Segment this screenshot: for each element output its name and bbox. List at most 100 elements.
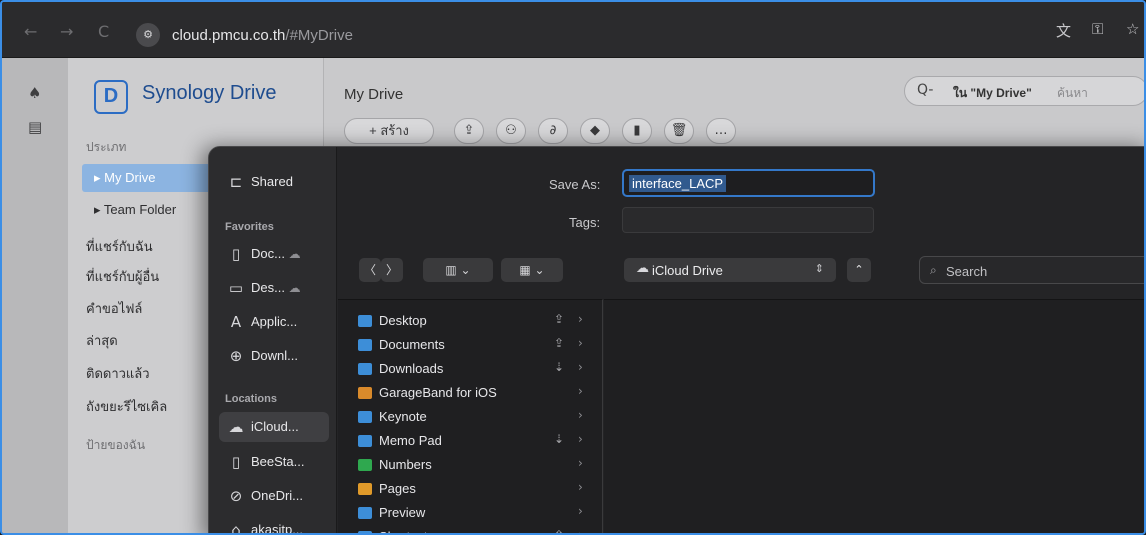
folder-icon — [358, 483, 372, 495]
drive-search-box[interactable]: Q- ใน "My Drive" ค้นหา — [904, 76, 1144, 106]
icloud-icon: ☁ — [228, 418, 244, 436]
nav-item-shared-with-others[interactable]: ที่แชร์กับผู้อื่น — [86, 266, 159, 287]
url-text[interactable]: cloud.pmcu.co.th/#MyDrive — [172, 27, 353, 44]
key-icon[interactable]: ⚿ — [1092, 20, 1103, 38]
icloud-status-icon: ⇪ — [554, 312, 565, 326]
save-as-label: Save As: — [549, 177, 601, 192]
file-row[interactable]: Downloads ⇣ › — [338, 358, 603, 381]
location-popup[interactable]: ☁ iCloud Drive ⇕ — [624, 258, 836, 282]
chevron-right-icon: › — [578, 432, 583, 446]
create-button[interactable]: + สร้าง — [344, 118, 434, 144]
dialog-sidebar: ⊏ Shared Favorites ▯ Doc... ☁ ▭ Des... ☁… — [209, 147, 337, 533]
folder-icon — [358, 363, 372, 375]
forward-nav-icon[interactable]: 〉 — [381, 258, 403, 282]
collapse-button[interactable]: ⌃ — [847, 258, 871, 282]
nav-item-label: Team Folder — [103, 202, 177, 217]
address-bar[interactable]: ⚙ cloud.pmcu.co.th/#MyDrive — [126, 20, 1106, 50]
link-icon[interactable]: ∂ — [538, 118, 568, 144]
sidebar-item-beestation[interactable]: ▯ BeeSta... — [219, 447, 329, 477]
search-scope: ใน "My Drive" — [953, 86, 1032, 100]
file-name: Pages — [379, 481, 416, 496]
sidebar-item-label: Shared — [251, 174, 293, 189]
trash-icon[interactable]: 🗑 — [664, 118, 694, 144]
nav-item-recent[interactable]: ล่าสุด — [86, 330, 118, 351]
sidebar-item-shared[interactable]: ⊏ Shared — [219, 167, 329, 197]
file-name: Keynote — [379, 409, 427, 424]
sidebar-item-label: Doc... — [251, 246, 285, 261]
nav-item-recycle-bin[interactable]: ถังขยะรีไซเคิล — [86, 396, 167, 417]
copy-icon[interactable]: ▮ — [622, 118, 652, 144]
chevron-right-icon: › — [578, 480, 583, 494]
expand-arrow-icon[interactable]: ▸ — [94, 170, 101, 185]
file-row[interactable]: Keynote › — [338, 406, 603, 429]
column-view-button[interactable]: ▥ ⌄ — [423, 258, 493, 282]
folder-icon — [358, 387, 372, 399]
url-host: cloud.pmcu.co.th — [172, 27, 286, 44]
desktop-icon: ▭ — [228, 279, 244, 297]
file-row[interactable]: Shortcuts ⇪ › — [338, 526, 603, 535]
icloud-status-icon: ⇪ — [554, 528, 565, 535]
file-name: Preview — [379, 505, 426, 520]
bookmark-star-icon[interactable]: ☆ — [1126, 20, 1139, 38]
chevron-right-icon: › — [578, 528, 583, 535]
file-row[interactable]: Documents ⇪ › — [338, 334, 603, 357]
upload-icon[interactable]: ⇪ — [454, 118, 484, 144]
search-placeholder: ค้นหา — [1057, 86, 1088, 100]
icloud-status-icon: ⇣ — [554, 432, 565, 446]
save-as-value: interface_LACP — [629, 175, 727, 192]
sidebar-item-label: Downl... — [251, 348, 298, 363]
icloud-icon: ☁ — [288, 281, 301, 295]
section-labels-label: ป้ายของฉัน — [86, 438, 146, 452]
nav-item-file-requests[interactable]: คำขอไฟล์ — [86, 298, 142, 319]
location-name: iCloud Drive — [652, 263, 723, 278]
back-icon[interactable]: ← — [24, 22, 37, 41]
browser-window: ← → C ⚙ cloud.pmcu.co.th/#MyDrive 文 ⚿ ☆ … — [0, 0, 1146, 535]
onedrive-icon: ⊘ — [229, 487, 243, 505]
sidebar-item-downloads[interactable]: ⊕ Downl... — [219, 341, 329, 371]
sidebar-item-onedrive[interactable]: ⊘ OneDri... — [219, 481, 329, 511]
file-name: Downloads — [379, 361, 444, 376]
sidebar-item-home[interactable]: ⌂ akasitp... — [219, 515, 329, 533]
grid-view-button[interactable]: ▦ ⌄ — [501, 258, 563, 282]
file-row[interactable]: Preview › — [338, 502, 603, 525]
chevron-right-icon: › — [578, 312, 583, 326]
chevron-right-icon: › — [578, 504, 583, 518]
share-user-icon[interactable]: ⚇ — [496, 118, 526, 144]
back-nav-icon[interactable]: 〈 — [359, 258, 381, 282]
nav-item-shared-with-me[interactable]: ที่แชร์กับฉัน — [86, 236, 153, 257]
reload-icon[interactable]: C — [98, 22, 109, 41]
chevron-right-icon: › — [578, 456, 583, 470]
shared-folder-icon: ⊏ — [229, 173, 243, 191]
section-type-label: ประเภท — [86, 140, 127, 154]
translate-icon[interactable]: 文 — [1056, 20, 1071, 41]
sidebar-item-icloud[interactable]: ☁ iCloud... — [219, 412, 329, 442]
device-icon: ▯ — [231, 453, 241, 471]
site-settings-icon[interactable]: ⚙ — [136, 23, 160, 47]
file-row[interactable]: Desktop ⇪ › — [338, 310, 603, 333]
sidebar-item-label: iCloud... — [251, 419, 299, 434]
dialog-search-input[interactable]: ⌕ Search — [919, 256, 1144, 284]
file-row[interactable]: GarageBand for iOS › — [338, 382, 603, 405]
sidebar-item-desktop[interactable]: ▭ Des... ☁ — [219, 273, 329, 303]
file-list: Desktop ⇪ › Documents ⇪ › Downloads ⇣ › GarageBan… — [338, 299, 603, 535]
sidebar-item-documents[interactable]: ▯ Doc... ☁ — [219, 239, 329, 269]
nav-item-starred[interactable]: ติดดาวแล้ว — [86, 363, 150, 384]
search-icon[interactable]: Q- — [917, 82, 933, 98]
tag-icon[interactable]: ◆ — [580, 118, 610, 144]
forward-icon[interactable]: → — [60, 22, 73, 41]
save-as-field[interactable]: interface_LACP — [622, 169, 875, 197]
brand-name: Synology Drive — [142, 82, 277, 104]
file-row[interactable]: Memo Pad ⇣ › — [338, 430, 603, 453]
chevron-updown-icon: ⇕ — [814, 262, 824, 275]
sidebar-item-applications[interactable]: A Applic... — [219, 307, 329, 337]
more-icon[interactable]: … — [706, 118, 736, 144]
document-icon[interactable]: ▤ — [28, 118, 42, 136]
nav-item-team-folder[interactable]: ▸ Team Folder — [94, 202, 176, 218]
tags-field[interactable] — [622, 207, 874, 233]
file-row[interactable]: Numbers › — [338, 454, 603, 477]
file-name: Documents — [379, 337, 445, 352]
folder-icon — [358, 531, 372, 533]
file-row[interactable]: Pages › — [338, 478, 603, 501]
expand-arrow-icon[interactable]: ▸ — [94, 202, 101, 217]
notification-bell-icon[interactable]: ♠ — [28, 84, 41, 102]
